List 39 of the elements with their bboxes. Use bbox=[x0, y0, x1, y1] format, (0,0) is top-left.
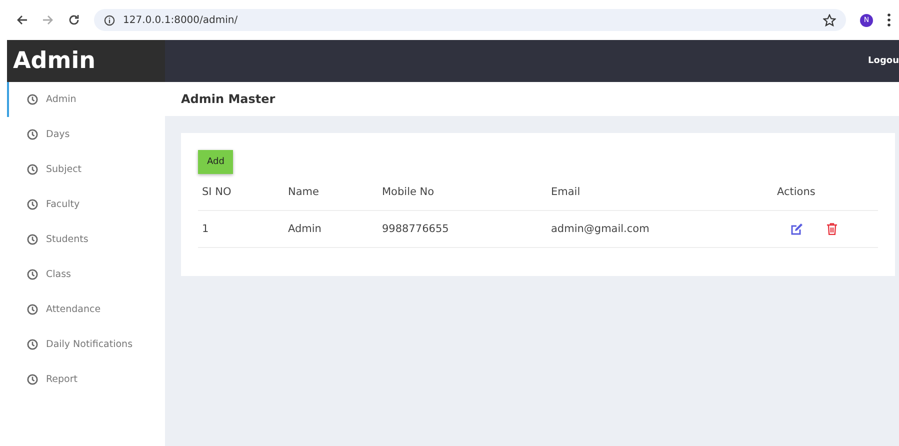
logout-link[interactable]: Logou bbox=[868, 56, 899, 66]
brand-title: Admin bbox=[13, 48, 96, 74]
info-icon bbox=[104, 14, 115, 26]
sidebar-item[interactable]: Faculty bbox=[7, 187, 165, 222]
sidebar-item[interactable]: Students bbox=[7, 222, 165, 257]
star-icon[interactable] bbox=[823, 14, 836, 26]
clock-icon bbox=[27, 94, 38, 105]
back-icon[interactable] bbox=[16, 14, 28, 26]
clock-icon bbox=[27, 304, 38, 315]
sidebar-item[interactable]: Daily Notifications bbox=[7, 327, 165, 362]
url-text: 127.0.0.1:8000/admin/ bbox=[123, 14, 239, 26]
address-bar[interactable]: 127.0.0.1:8000/admin/ bbox=[94, 9, 846, 31]
clock-icon bbox=[27, 234, 38, 245]
column-header: SI NO bbox=[202, 186, 232, 198]
clock-icon bbox=[27, 269, 38, 280]
page-title: Admin Master bbox=[181, 92, 276, 106]
table-cell-text: 9988776655 bbox=[382, 223, 450, 235]
clock-icon bbox=[27, 339, 38, 350]
sidebar-item[interactable]: Report bbox=[7, 362, 165, 397]
menu-icon[interactable] bbox=[887, 13, 891, 27]
sidebar-item[interactable]: Class bbox=[7, 257, 165, 292]
clock-icon bbox=[27, 164, 38, 175]
table-cell-text: admin@gmail.com bbox=[551, 223, 650, 235]
sidebar-item[interactable]: Subject bbox=[7, 152, 165, 187]
add-button[interactable]: Add bbox=[198, 150, 234, 174]
edit-icon[interactable] bbox=[791, 223, 803, 235]
table-cell-text: Admin bbox=[288, 223, 322, 235]
sidebar-item[interactable]: Days bbox=[7, 117, 165, 152]
column-header: Email bbox=[551, 186, 582, 198]
trash-icon[interactable] bbox=[827, 223, 837, 235]
column-header: Mobile No bbox=[382, 186, 436, 198]
reload-icon[interactable] bbox=[68, 14, 80, 26]
sidebar-item[interactable]: Attendance bbox=[7, 292, 165, 327]
table-cell-text: 1 bbox=[202, 223, 210, 235]
clock-icon bbox=[27, 199, 38, 210]
column-header: Name bbox=[288, 186, 320, 198]
clock-icon bbox=[27, 374, 38, 385]
clock-icon bbox=[27, 129, 38, 140]
column-header: Actions bbox=[776, 186, 816, 198]
